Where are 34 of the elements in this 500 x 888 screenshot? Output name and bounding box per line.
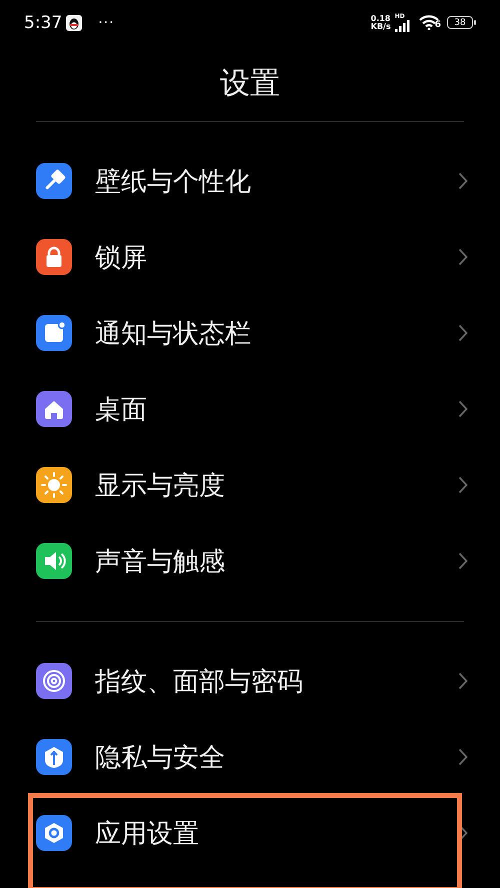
notification-icon [36, 315, 72, 351]
chevron-icon [458, 552, 468, 570]
more-indicator: ··· [98, 14, 115, 30]
network-speed: 0.18 KB/s [370, 14, 391, 30]
shield-icon [36, 739, 72, 775]
chevron-icon [458, 476, 468, 494]
page-title: 设置 [220, 64, 280, 102]
settings-item[interactable]: 壁纸与个性化 [0, 143, 500, 219]
wifi-icon [418, 15, 439, 30]
speaker-icon [36, 543, 72, 579]
sun-icon [36, 467, 72, 503]
clock-time: 5:37 [24, 12, 62, 32]
chevron-icon [458, 748, 468, 766]
chevron-icon [458, 324, 468, 342]
chevron-icon [458, 248, 468, 266]
settings-icon [36, 815, 72, 851]
settings-item[interactable]: 指纹、面部与密码 [0, 643, 500, 719]
settings-item[interactable]: 桌面 [0, 371, 500, 447]
settings-item[interactable]: 隐私与安全 [0, 719, 500, 795]
chevron-icon [458, 400, 468, 418]
settings-item[interactable]: 显示与亮度 [0, 447, 500, 523]
settings-item[interactable]: 应用设置 [0, 795, 500, 871]
settings-item[interactable]: 锁屏 [0, 219, 500, 295]
settings-item[interactable]: 通知与状态栏 [0, 295, 500, 371]
signal-icon [394, 20, 411, 32]
chevron-icon [458, 672, 468, 690]
app-icon [66, 14, 82, 30]
chevron-icon [458, 172, 468, 190]
lock-icon [36, 239, 72, 275]
brush-icon [36, 163, 72, 199]
wifi-standard: 6 [434, 21, 441, 30]
settings-item[interactable]: 声音与触感 [0, 523, 500, 599]
battery-level: 38 [447, 16, 473, 29]
home-icon [36, 391, 72, 427]
